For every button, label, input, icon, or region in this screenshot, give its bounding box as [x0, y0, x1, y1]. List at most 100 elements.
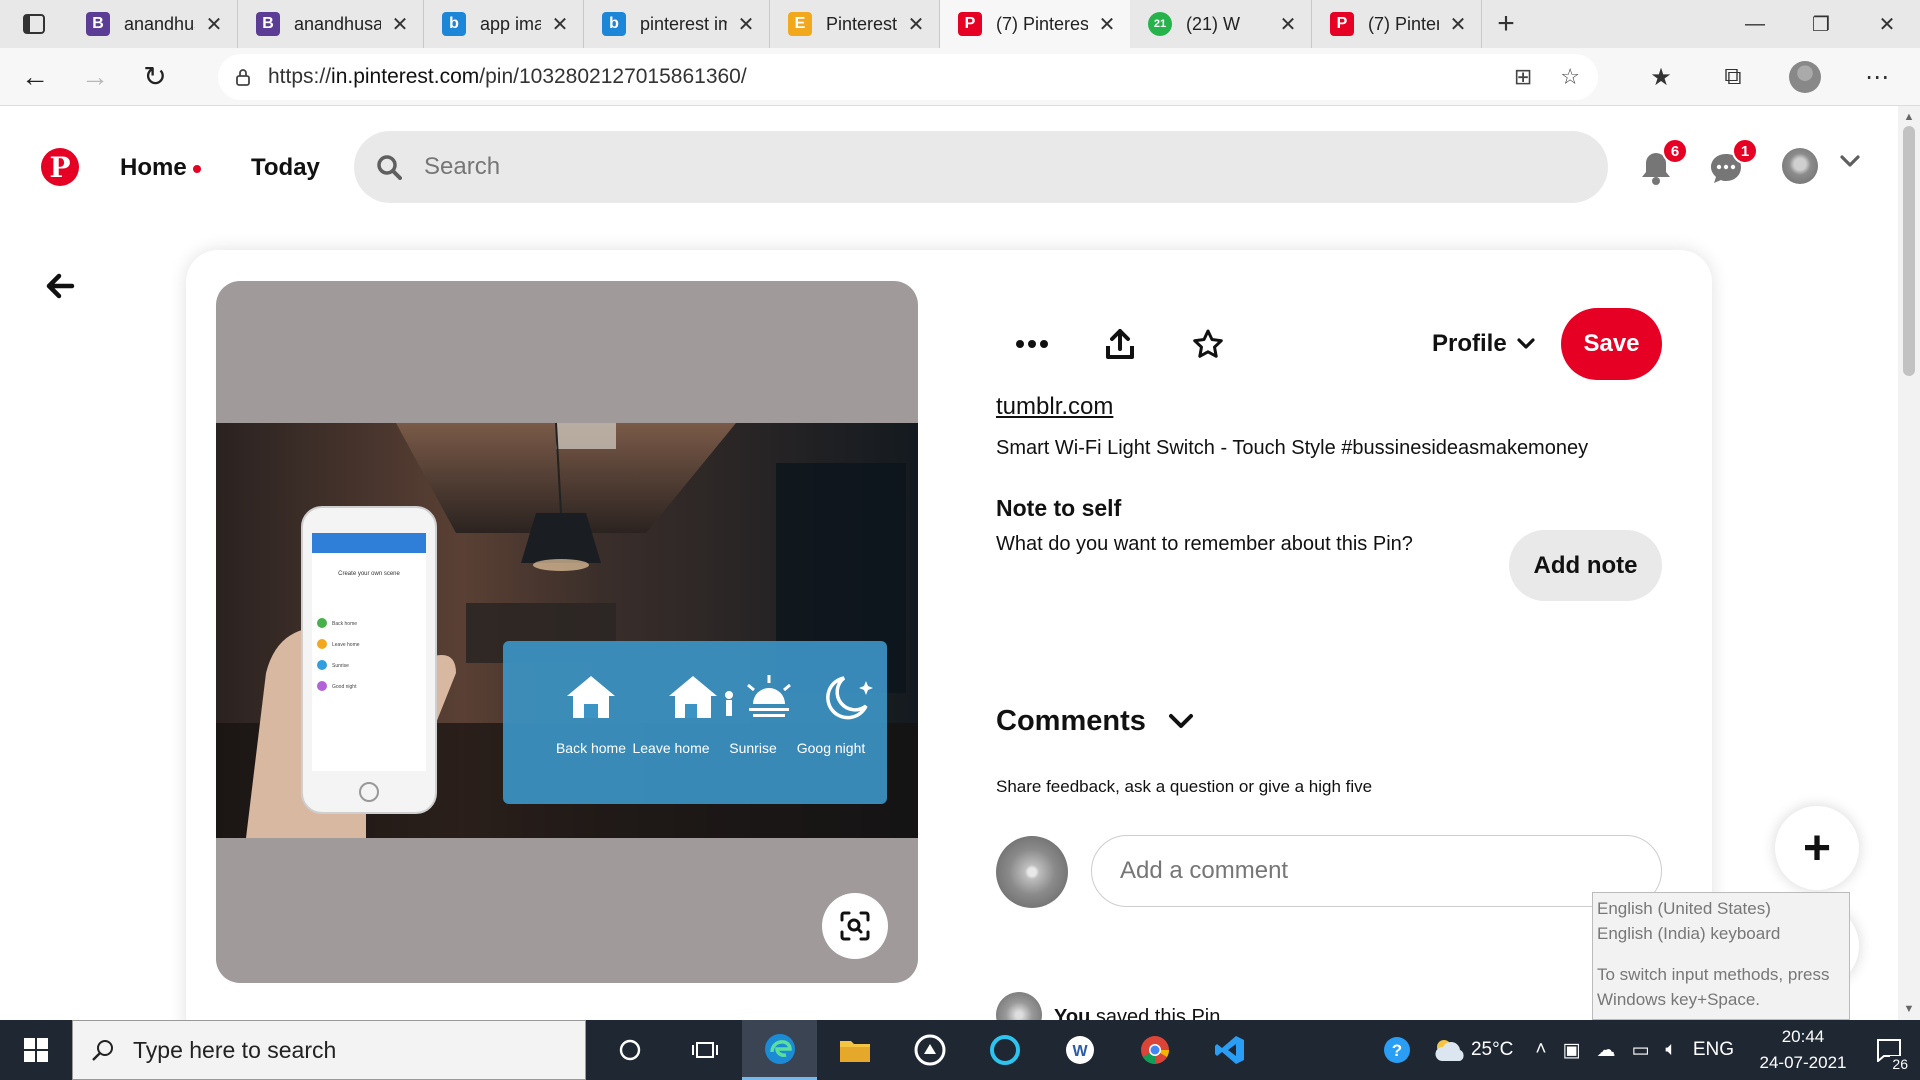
scroll-up-arrow-icon[interactable]: ▲ [1898, 108, 1920, 126]
board-selector[interactable]: Profile [1432, 330, 1535, 358]
page-scrollbar[interactable]: ▲ ▼ [1898, 106, 1920, 1020]
search-bar[interactable] [354, 131, 1608, 203]
notifications-icon[interactable]: 6 [1636, 138, 1688, 188]
tab-close-icon[interactable]: ✕ [1277, 13, 1299, 36]
note-to-self-prompt: What do you want to remember about this … [996, 533, 1413, 555]
weather-icon[interactable] [1427, 1037, 1471, 1063]
alexa-icon[interactable] [967, 1020, 1042, 1080]
lock-icon[interactable] [218, 68, 268, 86]
more-menu-icon[interactable]: ⋯ [1852, 52, 1902, 102]
browser-tab[interactable]: b app images ✕ [424, 0, 584, 48]
chrome-icon[interactable] [1117, 1020, 1192, 1080]
browser-tab[interactable]: Banandhusal ✕ [238, 0, 424, 48]
vscode-icon[interactable] [1192, 1020, 1267, 1080]
battery-icon[interactable]: ▭ [1631, 1039, 1649, 1062]
tab-title: (7) Pinteres [1368, 13, 1439, 34]
browser-tab[interactable]: P (7) Pinterest ✕ [940, 0, 1130, 48]
phone-item-icon [317, 660, 327, 670]
tab-close-icon[interactable]: ✕ [1096, 13, 1118, 36]
tab-actions-icon[interactable] [0, 0, 68, 48]
messages-icon[interactable]: 1 [1706, 138, 1758, 188]
cortana-icon[interactable] [592, 1020, 667, 1080]
help-tray-icon[interactable]: ? [1367, 1020, 1427, 1080]
taskbar-search-box[interactable]: Type here to search [72, 1020, 586, 1080]
favorite-star-icon[interactable] [1186, 322, 1230, 366]
visual-search-button[interactable] [822, 893, 888, 959]
show-hidden-icons[interactable]: ˄ [1535, 1039, 1546, 1061]
visual-search-icon [840, 911, 870, 941]
pin-image[interactable]: Create your own scene Back home Leave hom… [216, 281, 918, 983]
url-text[interactable]: https://in.pinterest.com/pin/10328021270… [268, 65, 747, 89]
browser-tab[interactable]: b pinterest im ✕ [584, 0, 770, 48]
user-avatar[interactable] [1782, 148, 1818, 184]
minimize-button[interactable]: — [1722, 0, 1788, 48]
source-link[interactable]: tumblr.com [996, 393, 1113, 421]
tab-close-icon[interactable]: ✕ [549, 13, 571, 36]
account-chevron-icon[interactable] [1840, 154, 1860, 173]
refresh-button[interactable]: ↻ [130, 52, 180, 102]
ime-hint-1: To switch input methods, press [1597, 965, 1830, 984]
new-tab-button[interactable]: + [1482, 0, 1530, 48]
pinterest-logo[interactable]: P [41, 148, 79, 186]
share-icon[interactable] [1098, 322, 1142, 366]
scene-label: Sunrise [729, 740, 777, 756]
tab-close-icon[interactable]: ✕ [203, 13, 225, 36]
comment-input[interactable] [1091, 835, 1662, 907]
scroll-down-arrow-icon[interactable]: ▼ [1898, 1000, 1920, 1018]
pin-action-bar [1010, 322, 1230, 366]
add-note-button[interactable]: Add note [1509, 530, 1662, 601]
tab-favicon-icon: P [958, 12, 982, 36]
notification-count: 26 [1890, 1056, 1910, 1072]
save-button[interactable]: Save [1561, 308, 1662, 380]
scene-label: Leave home [632, 740, 709, 756]
favorites-icon[interactable]: ★ [1636, 52, 1686, 102]
tab-close-icon[interactable]: ✕ [1447, 13, 1469, 36]
phone-item-label: Leave home [332, 642, 360, 648]
address-bar[interactable]: https://in.pinterest.com/pin/10328021270… [218, 54, 1598, 100]
pinterest-header: P Home Today 6 1 [0, 106, 1898, 230]
browser-tab[interactable]: E Pinterest Im ✕ [770, 0, 940, 48]
svg-text:?: ? [1392, 1041, 1402, 1060]
tab-close-icon[interactable]: ✕ [905, 13, 927, 36]
nav-today[interactable]: Today [251, 154, 320, 182]
onedrive-icon[interactable]: ☁ [1596, 1039, 1615, 1062]
tab-close-icon[interactable]: ✕ [735, 13, 757, 36]
word-app-icon[interactable]: W [1042, 1020, 1117, 1080]
input-method-tooltip: English (United States) English (India) … [1592, 892, 1850, 1020]
task-view-icon[interactable] [667, 1020, 742, 1080]
nav-home[interactable]: Home [120, 154, 201, 182]
browser-tab[interactable]: 21 (21) W ✕ [1130, 0, 1312, 48]
temperature[interactable]: 25°C [1471, 1039, 1513, 1061]
meet-now-icon[interactable]: ▣ [1563, 1039, 1581, 1062]
start-button[interactable] [0, 1020, 72, 1080]
add-favorite-icon[interactable]: ☆ [1560, 64, 1580, 90]
collections-icon[interactable]: ⧉ [1708, 52, 1758, 102]
create-plus-button[interactable]: + [1775, 806, 1859, 890]
ime-hint-2: Windows key+Space. [1597, 990, 1760, 1009]
browser-tab[interactable]: Banandhusal ✕ [68, 0, 238, 48]
back-arrow-icon[interactable] [42, 268, 78, 304]
action-center-icon[interactable]: 26 [1858, 1020, 1920, 1080]
tab-favicon-icon: b [602, 12, 626, 36]
search-input[interactable] [424, 153, 1524, 181]
restore-button[interactable]: ❐ [1788, 0, 1854, 48]
back-button[interactable]: ← [10, 52, 60, 102]
edge-browser-icon[interactable] [742, 1020, 817, 1080]
volume-icon[interactable]: 🔈︎ [1665, 1039, 1676, 1061]
language-indicator[interactable]: ENG [1693, 1039, 1734, 1061]
profile-avatar-icon[interactable] [1780, 52, 1830, 102]
close-window-button[interactable]: ✕ [1854, 0, 1920, 48]
app-icon-hex[interactable] [892, 1020, 967, 1080]
comments-toggle[interactable]: Comments [996, 705, 1194, 738]
forward-button[interactable]: → [70, 52, 120, 102]
clock[interactable]: 20:44 24-07-2021 [1748, 1024, 1858, 1076]
commenter-avatar [996, 836, 1068, 908]
tab-close-icon[interactable]: ✕ [389, 13, 411, 36]
phone-item-label: Good night [332, 684, 357, 690]
browser-tab[interactable]: P (7) Pinteres ✕ [1312, 0, 1482, 48]
scrollbar-thumb[interactable] [1903, 126, 1915, 376]
more-options-icon[interactable] [1010, 322, 1054, 366]
tab-favicon-icon: E [788, 12, 812, 36]
file-explorer-icon[interactable] [817, 1020, 892, 1080]
app-available-icon[interactable]: ⊞ [1514, 64, 1532, 90]
